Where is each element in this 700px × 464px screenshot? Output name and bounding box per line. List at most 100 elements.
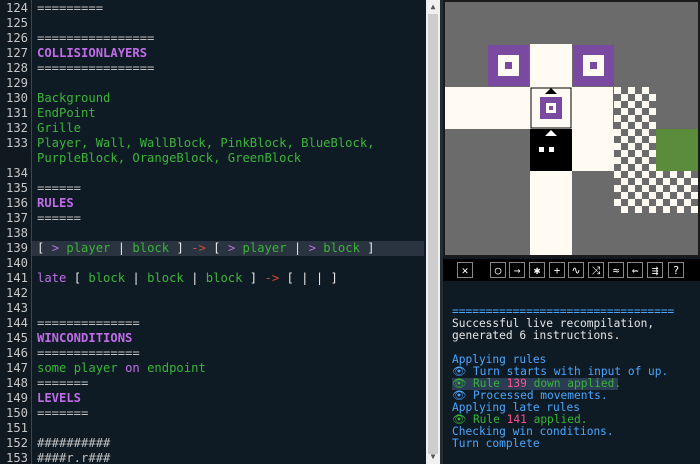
star-tool-icon[interactable]: ✱	[529, 262, 545, 278]
code-line[interactable]: Grille	[37, 121, 81, 136]
grille-square	[670, 185, 677, 192]
code-line[interactable]: some player on endpoint	[37, 361, 206, 376]
code-line[interactable]: LEVELS	[37, 391, 81, 406]
code-token: COLLISIONLAYERS	[37, 46, 148, 60]
grille-square	[691, 192, 698, 199]
purple-block-center	[530, 87, 572, 129]
code-line[interactable]: ================	[37, 61, 154, 76]
code-token: block	[205, 271, 243, 285]
code-token: >	[308, 241, 316, 255]
grille-square	[649, 206, 656, 213]
cross-tool-icon[interactable]: ⤨	[588, 262, 604, 278]
code-token: |	[117, 241, 126, 255]
code-line[interactable]: =======	[37, 376, 88, 391]
code-token: |	[183, 271, 206, 285]
code-line[interactable]: ==============	[37, 316, 140, 331]
code-line[interactable]: late [ block | block | block ] -> [ | | …	[37, 271, 338, 286]
code-token: PurpleBlock, OrangeBlock, GreenBlock	[37, 151, 302, 165]
code-line[interactable]: PurpleBlock, OrangeBlock, GreenBlock	[37, 151, 301, 166]
grille-square	[614, 129, 621, 136]
circle-tool-icon[interactable]: ○	[490, 262, 506, 278]
code-token: ->	[191, 241, 206, 255]
line-number: 137	[5, 211, 28, 225]
grille-square	[621, 178, 628, 185]
grille-square	[628, 143, 635, 150]
code-token: ->	[264, 271, 280, 285]
wave-tool-icon[interactable]: ≈	[608, 262, 624, 278]
grille-square	[628, 157, 635, 164]
code-line[interactable]: Background	[37, 91, 110, 106]
code-token: block	[315, 241, 368, 255]
grille-square	[628, 101, 635, 108]
scrollbar-thumb[interactable]	[428, 14, 438, 454]
line-number: 131	[5, 106, 28, 120]
code-line[interactable]: ==============	[37, 346, 140, 361]
grille-square	[649, 178, 656, 185]
grille-square	[684, 185, 691, 192]
code-line[interactable]: ======	[37, 181, 81, 196]
arrow-tool-icon[interactable]: →	[509, 262, 525, 278]
code-token: Background	[37, 91, 111, 105]
grille-square	[614, 157, 621, 164]
scroll-down-icon[interactable]: ▼	[428, 452, 438, 462]
code-token: player	[59, 241, 118, 255]
grille-square	[621, 150, 628, 157]
grille-square	[635, 206, 642, 213]
code-line[interactable]: ================	[37, 31, 154, 46]
list-tool-icon[interactable]: ⇶	[647, 262, 663, 278]
code-line[interactable]: =======	[37, 406, 88, 421]
code-token: WINCONDITIONS	[37, 331, 133, 345]
close-icon[interactable]: ✕	[457, 262, 473, 278]
grille-square	[670, 171, 677, 178]
grille-square	[628, 129, 635, 136]
grille-square	[635, 136, 642, 143]
console-line[interactable]: generated 6 instructions.	[452, 330, 620, 342]
code-token: ==============	[37, 346, 140, 360]
editor-scrollbar[interactable]: ▲ ▼	[426, 0, 440, 464]
code-line[interactable]: COLLISIONLAYERS	[37, 46, 147, 61]
scroll-up-icon[interactable]: ▲	[428, 2, 438, 12]
code-token: late	[37, 271, 67, 285]
grille-square	[642, 171, 649, 178]
game-canvas[interactable]	[443, 0, 700, 257]
line-number: 140	[5, 256, 28, 270]
grille-square	[621, 108, 628, 115]
code-line[interactable]: =========	[37, 1, 103, 16]
help-icon[interactable]: ?	[668, 262, 684, 278]
grille-square	[635, 178, 642, 185]
line-number-gutter: 124 125 126 127 128 129 130 131 132 133 134 135 136 1…	[0, 0, 32, 464]
tilde-tool-icon[interactable]: ∿	[568, 262, 584, 278]
console-line[interactable]: Turn complete	[452, 438, 540, 450]
code-line[interactable]: Player, Wall, WallBlock, PinkBlock, Blue…	[37, 136, 375, 151]
code-line[interactable]: ##########	[37, 436, 110, 451]
code-line[interactable]: [ > player | block ] -> [ > player | > b…	[37, 241, 375, 256]
undo-tool-icon[interactable]: ⇜	[627, 262, 643, 278]
code-line[interactable]: RULES	[37, 196, 74, 211]
grille-square	[614, 171, 621, 178]
green-block	[656, 129, 698, 171]
grille-square	[663, 178, 670, 185]
purple-block-right	[573, 45, 614, 86]
grille-square	[635, 122, 642, 129]
code-line[interactable]: ####r.r###	[37, 451, 110, 464]
code-token: LEVELS	[37, 391, 82, 405]
grille-square	[635, 94, 642, 101]
line-number: 142	[5, 286, 28, 300]
code-line[interactable]: WINCONDITIONS	[37, 331, 132, 346]
grille-square	[649, 164, 656, 171]
code-line[interactable]: EndPoint	[37, 106, 96, 121]
plus-tool-icon[interactable]: +	[549, 262, 565, 278]
grille-square	[642, 101, 649, 108]
editor-toolbar: ✕ ○ → ✱ + ∿ ⤨ ≈ ⇜ ⇶?	[443, 259, 700, 281]
grille-square	[621, 164, 628, 171]
code-line[interactable]: ======	[37, 211, 81, 226]
grille-square	[628, 171, 635, 178]
code-token: block	[147, 271, 184, 285]
grille-square	[649, 192, 656, 199]
code-token: Player, Wall, WallBlock, PinkBlock, Blue…	[37, 136, 375, 150]
code-editor[interactable]: 124 125 126 127 128 129 130 131 132 133 134 135 136 1…	[0, 0, 426, 464]
grille-square	[642, 199, 649, 206]
code-token: [	[66, 271, 89, 285]
right-pane: ✕ ○ → ✱ + ∿ ⤨ ≈ ⇜ ⇶? ============================…	[443, 0, 700, 464]
